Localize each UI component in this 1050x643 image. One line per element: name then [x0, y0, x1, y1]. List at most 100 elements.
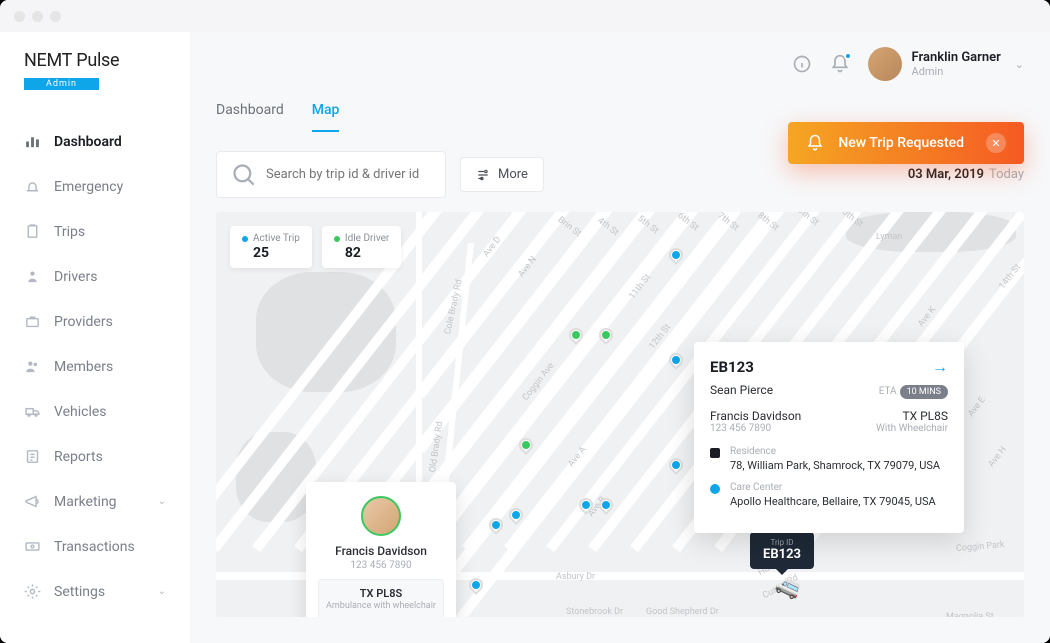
map-trip-badge[interactable]: Trip ID EB123 — [750, 532, 814, 569]
legend-idle-label: Idle Driver — [345, 233, 389, 244]
tab-dashboard[interactable]: Dashboard — [216, 96, 284, 132]
trip-location: Care Center Apollo Healthcare, Bellaire, … — [710, 482, 948, 508]
location-address: Apollo Healthcare, Bellaire, TX 79045, U… — [730, 495, 936, 508]
eta-label: ETA — [879, 386, 897, 397]
map-pin[interactable] — [519, 438, 533, 452]
trip-badge-label: Trip ID — [763, 538, 801, 547]
sidebar-item-trips[interactable]: Trips — [0, 210, 190, 253]
clipboard-icon — [24, 223, 41, 240]
avatar — [868, 47, 902, 81]
map[interactable]: Cole Brady RdOld Brady RdAsbury DrStoneb… — [216, 212, 1024, 617]
close-notification-button[interactable]: ✕ — [986, 133, 1006, 153]
sidebar-item-label: Drivers — [54, 269, 97, 285]
driver-avatar — [361, 496, 401, 536]
more-label: More — [498, 167, 528, 182]
legend-active-trip: Active Trip 25 — [230, 226, 312, 268]
map-pin[interactable] — [599, 328, 613, 342]
sidebar-item-label: Providers — [54, 314, 113, 330]
location-marker-icon — [710, 484, 720, 494]
sidebar: NEMT Pulse Admin DashboardEmergencyTrips… — [0, 32, 190, 643]
topbar: Franklin Garner Admin ⌄ — [190, 32, 1050, 96]
map-pin[interactable] — [669, 248, 683, 262]
trip-expand-icon[interactable]: → — [932, 357, 948, 377]
road-label: Ave D — [481, 235, 503, 259]
driver-plate: TX PL8S — [326, 587, 436, 600]
sidebar-item-label: Dashboard — [54, 134, 122, 150]
sidebar-item-providers[interactable]: Providers — [0, 300, 190, 343]
chevron-down-icon: ⌄ — [158, 496, 166, 507]
search-field[interactable] — [216, 151, 446, 198]
road-label: 4th St — [595, 216, 620, 238]
map-pin[interactable] — [669, 353, 683, 367]
road-label: Asbury Dr — [556, 572, 595, 582]
sidebar-item-dashboard[interactable]: Dashboard — [0, 120, 190, 163]
person-icon — [24, 268, 41, 285]
chevron-down-icon: ⌄ — [158, 586, 166, 597]
traffic-light-close[interactable] — [14, 11, 25, 22]
map-pin[interactable] — [489, 518, 503, 532]
main: Franklin Garner Admin ⌄ Dashboard Map New… — [190, 32, 1050, 643]
sliders-icon — [476, 168, 490, 182]
notification-bell-icon[interactable] — [830, 54, 850, 74]
sidebar-item-label: Settings — [54, 584, 105, 600]
driver-name: Francis Davidson — [318, 544, 444, 558]
sidebar-item-members[interactable]: Members — [0, 345, 190, 388]
search-input[interactable] — [266, 167, 432, 182]
truck-icon — [24, 403, 41, 420]
sidebar-item-transactions[interactable]: Transactions — [0, 525, 190, 568]
search-icon — [230, 161, 257, 188]
trip-notification[interactable]: New Trip Requested ✕ — [788, 122, 1024, 164]
sidebar-item-marketing[interactable]: Marketing ⌄ — [0, 480, 190, 523]
eta-value: 10 MINS — [900, 385, 948, 399]
sidebar-item-label: Trips — [54, 224, 85, 240]
nav: Dashboard Emergency Trips Drivers Providers M… — [0, 112, 190, 643]
trip-id: EB123 — [710, 358, 754, 376]
cash-icon — [24, 538, 41, 555]
gear-icon — [24, 583, 41, 600]
sidebar-item-vehicles[interactable]: Vehicles — [0, 390, 190, 433]
sidebar-item-label: Members — [54, 359, 113, 375]
sidebar-item-emergency[interactable]: Emergency — [0, 165, 190, 208]
map-pin[interactable] — [599, 498, 613, 512]
trip-location: Residence78, William Park, Shamrock, TX … — [710, 446, 948, 472]
legend-active-label: Active Trip — [253, 233, 300, 244]
sidebar-item-reports[interactable]: Reports — [0, 435, 190, 478]
trip-badge-value: EB123 — [763, 547, 801, 562]
location-type: Care Center — [730, 482, 936, 493]
map-pin[interactable] — [579, 498, 593, 512]
road-label: Good Shepherd Dr — [646, 607, 719, 617]
driver-phone: 123 456 7890 — [318, 560, 444, 571]
location-type: Residence — [730, 446, 940, 457]
logo-suffix: Pulse — [76, 50, 119, 71]
bar-chart-icon — [24, 133, 41, 150]
map-pin[interactable] — [469, 578, 483, 592]
sidebar-item-drivers[interactable]: Drivers — [0, 255, 190, 298]
road-label: Coggin Park — [956, 540, 1005, 554]
info-icon[interactable] — [792, 54, 812, 74]
road-label: Stonebrook Dr — [566, 607, 623, 617]
road-label: Magnolia St — [946, 612, 994, 617]
trip-member: Sean Pierce — [710, 383, 773, 397]
more-filters-button[interactable]: More — [460, 157, 544, 192]
legend-idle-driver: Idle Driver 82 — [322, 226, 401, 268]
driver-popup[interactable]: Francis Davidson 123 456 7890 TX PL8S Am… — [306, 482, 456, 617]
logo-subtitle: Admin — [24, 78, 99, 90]
map-pin[interactable] — [509, 508, 523, 522]
tab-map[interactable]: Map — [312, 96, 340, 132]
sidebar-item-settings[interactable]: Settings ⌄ — [0, 570, 190, 613]
road-label: Ave E — [966, 395, 987, 419]
trip-driver-phone: 123 456 7890 — [710, 423, 801, 434]
traffic-light-max[interactable] — [50, 11, 61, 22]
sidebar-item-label: Marketing — [54, 494, 117, 510]
legend-idle-value: 82 — [345, 245, 389, 261]
users-icon — [24, 358, 41, 375]
user-menu[interactable]: Franklin Garner Admin ⌄ — [868, 47, 1024, 81]
trip-driver: Francis Davidson — [710, 409, 801, 423]
traffic-light-min[interactable] — [32, 11, 43, 22]
trip-popup[interactable]: EB123 → Sean Pierce ETA10 MINS Francis D… — [694, 342, 964, 533]
map-pin[interactable] — [569, 328, 583, 342]
user-role: Admin — [912, 65, 1001, 78]
date-value: 03 Mar, 2019 — [908, 167, 984, 182]
map-pin[interactable] — [669, 458, 683, 472]
sidebar-item-label: Transactions — [54, 539, 135, 555]
